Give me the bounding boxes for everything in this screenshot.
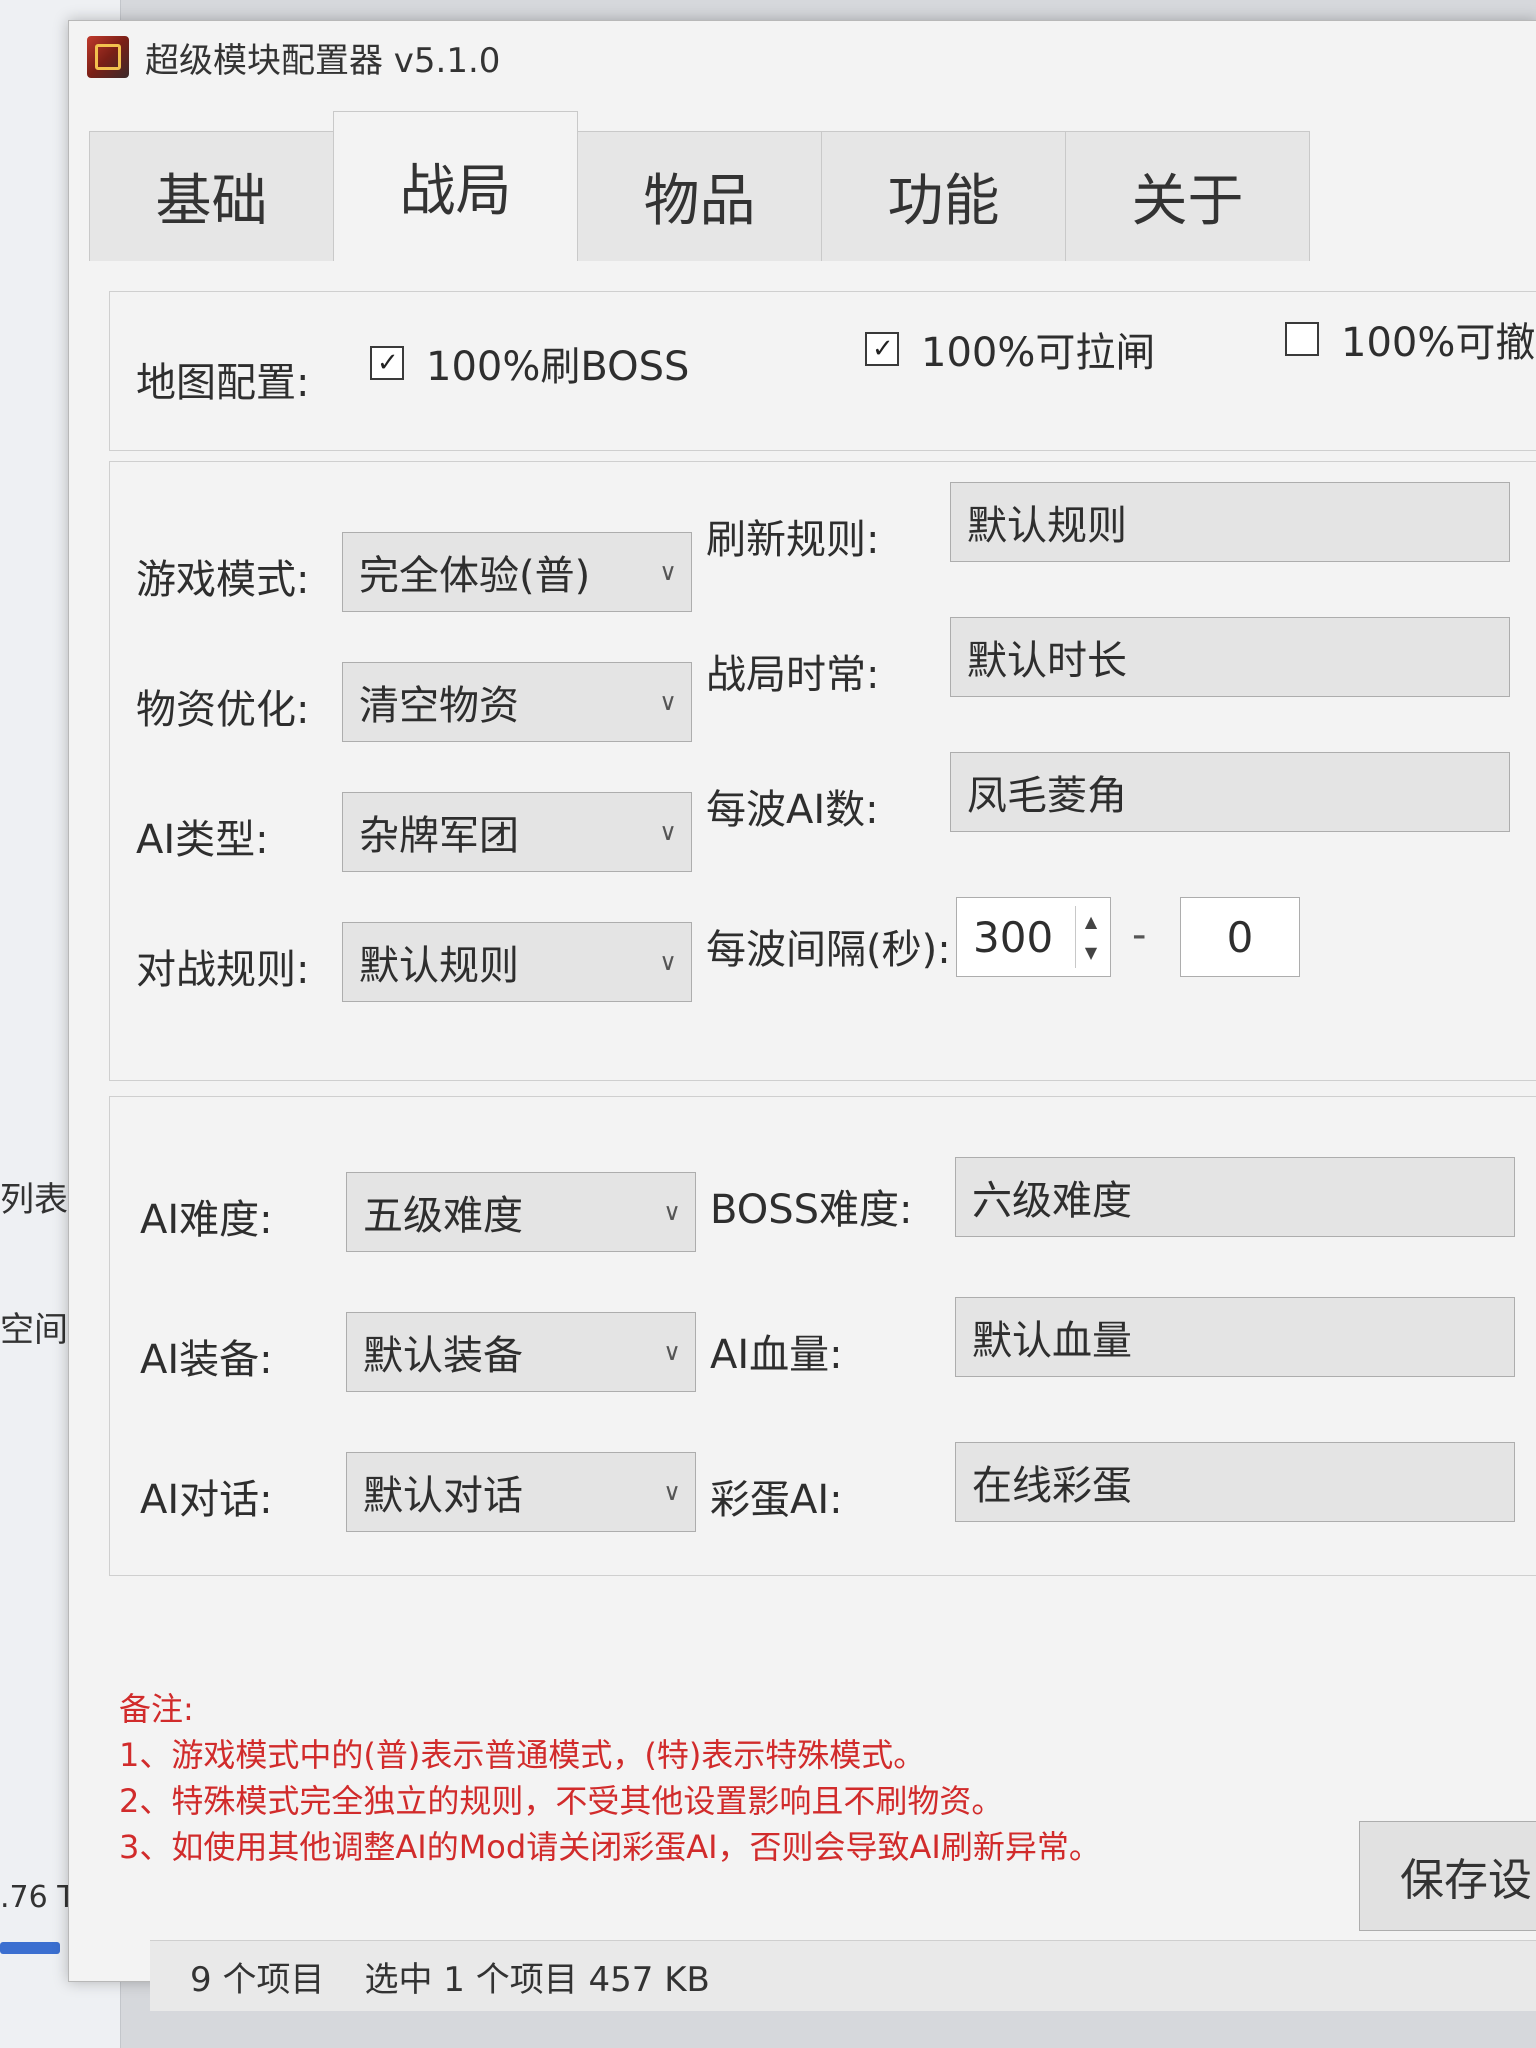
tab-about[interactable]: 关于 [1065,131,1310,261]
supply-opt-label: 物资优化: [136,687,310,733]
tab-items[interactable]: 物品 [577,131,822,261]
window-title: 超级模块配置器 v5.1.0 [145,40,501,81]
wave-interval-min-value: 300 [973,912,1054,962]
easter-egg-ai-value: 在线彩蛋 [972,1463,1132,1509]
check-mark-icon: ✓ [377,348,399,378]
ai-type-value: 杂牌军团 [359,813,519,859]
notes-section: 备注: 1、游戏模式中的(普)表示普通模式，(特)表示特殊模式。 2、特殊模式完… [119,1686,1101,1870]
status-items-count: 9 个项目 [190,1959,325,2000]
battle-duration-label: 战局时常: [706,652,880,698]
wave-interval-min-stepper[interactable]: 300 ▲ ▼ [956,897,1111,977]
boss-difficulty-label: BOSS难度: [710,1187,913,1233]
explorer-fragment-space: 空间 [0,1310,68,1350]
ai-type-select[interactable]: 杂牌军团 ∨ [342,792,692,872]
checkbox-box[interactable]: ✓ [370,346,404,380]
notes-title: 备注: [119,1690,194,1728]
ai-dialogue-value: 默认对话 [363,1473,523,1519]
wave-interval-max-stepper[interactable]: 0 [1180,897,1300,977]
checkbox-label: 100%可拉闸 [921,330,1156,376]
easter-egg-ai-select[interactable]: 在线彩蛋 [955,1442,1515,1522]
supply-opt-value: 清空物资 [359,683,519,729]
ai-per-wave-select[interactable]: 凤毛菱角 [950,752,1510,832]
note-line-3: 3、如使用其他调整AI的Mod请关闭彩蛋AI，否则会导致AI刷新异常。 [119,1828,1101,1866]
wave-interval-label: 每波间隔(秒): [706,927,951,973]
map-config-group: 地图配置: ✓ 100%刷BOSS ✓ 100%可拉闸 100%可撤离 [109,291,1536,451]
app-window: 超级模块配置器 v5.1.0 基础 战局 物品 功能 关于 地图配置: ✓ 10… [68,20,1536,1982]
app-logo-icon [87,36,129,78]
refresh-rule-value: 默认规则 [967,503,1127,549]
ai-health-label: AI血量: [710,1332,843,1378]
checkbox-extraction[interactable]: 100%可撤离 [1285,310,1536,368]
chevron-down-icon: ∨ [659,818,677,846]
stepper-arrows[interactable]: ▲ ▼ [1075,906,1106,968]
checkbox-boss-spawn[interactable]: ✓ 100%刷BOSS [370,334,689,392]
boss-difficulty-value: 六级难度 [972,1178,1132,1224]
check-mark-icon: ✓ [872,334,894,364]
chevron-down-icon: ∨ [663,1338,681,1366]
chevron-down-icon: ∨ [659,948,677,976]
checkbox-box[interactable]: ✓ [865,332,899,366]
explorer-status-bar: 9 个项目 选中 1 个项目 457 KB [150,1940,1536,2011]
wave-interval-max-value: 0 [1226,912,1254,962]
chevron-down-icon: ∨ [663,1198,681,1226]
ai-difficulty-label: AI难度: [140,1197,273,1243]
ai-settings-group: AI难度: 五级难度 ∨ AI装备: 默认装备 ∨ AI对话: 默认对话 ∨ B… [109,1096,1536,1576]
supply-opt-select[interactable]: 清空物资 ∨ [342,662,692,742]
arrow-up-icon[interactable]: ▲ [1085,912,1097,931]
battle-duration-select[interactable]: 默认时长 [950,617,1510,697]
checkbox-label: 100%可撤离 [1341,320,1536,366]
ai-health-value: 默认血量 [972,1318,1132,1364]
tab-functions[interactable]: 功能 [821,131,1066,261]
chevron-down-icon: ∨ [659,558,677,586]
save-button[interactable]: 保存设 [1359,1821,1536,1931]
boss-difficulty-select[interactable]: 六级难度 [955,1157,1515,1237]
checkbox-label: 100%刷BOSS [426,344,690,390]
game-mode-value: 完全体验(普) [359,553,591,599]
note-line-2: 2、特殊模式完全独立的规则，不受其他设置影响且不刷物资。 [119,1782,1004,1820]
battle-duration-value: 默认时长 [967,638,1127,684]
tab-battle[interactable]: 战局 [333,111,578,261]
game-mode-label: 游戏模式: [136,557,310,603]
ai-difficulty-value: 五级难度 [363,1193,523,1239]
tab-basic[interactable]: 基础 [89,131,334,261]
status-selected: 选中 1 个项目 457 KB [364,1959,710,2000]
ai-dialogue-label: AI对话: [140,1477,273,1523]
explorer-storage-bar [0,1942,60,1954]
ai-health-select[interactable]: 默认血量 [955,1297,1515,1377]
ai-per-wave-label: 每波AI数: [706,787,879,833]
ai-equipment-value: 默认装备 [363,1333,523,1379]
game-mode-select[interactable]: 完全体验(普) ∨ [342,532,692,612]
chevron-down-icon: ∨ [663,1478,681,1506]
refresh-rule-select[interactable]: 默认规则 [950,482,1510,562]
easter-egg-ai-label: 彩蛋AI: [710,1477,843,1523]
battle-rule-select[interactable]: 默认规则 ∨ [342,922,692,1002]
checkbox-box[interactable] [1285,322,1319,356]
arrow-down-icon[interactable]: ▼ [1085,943,1097,962]
note-line-1: 1、游戏模式中的(普)表示普通模式，(特)表示特殊模式。 [119,1736,926,1774]
game-settings-group: 游戏模式: 完全体验(普) ∨ 物资优化: 清空物资 ∨ AI类型: 杂牌军团 … [109,461,1536,1081]
chevron-down-icon: ∨ [659,688,677,716]
ai-equipment-select[interactable]: 默认装备 ∨ [346,1312,696,1392]
ai-difficulty-select[interactable]: 五级难度 ∨ [346,1172,696,1252]
map-config-label: 地图配置: [136,360,310,406]
title-bar: 超级模块配置器 v5.1.0 [69,21,1536,93]
ai-type-label: AI类型: [136,817,269,863]
refresh-rule-label: 刷新规则: [706,517,880,563]
explorer-fragment-list: 列表 [0,1180,68,1220]
battle-rule-label: 对战规则: [136,947,310,993]
ai-dialogue-select[interactable]: 默认对话 ∨ [346,1452,696,1532]
range-separator: - [1132,912,1147,958]
tab-bar: 基础 战局 物品 功能 关于 [89,101,1310,261]
battle-rule-value: 默认规则 [359,943,519,989]
ai-per-wave-value: 凤毛菱角 [967,773,1127,819]
ai-equipment-label: AI装备: [140,1337,273,1383]
checkbox-power-switch[interactable]: ✓ 100%可拉闸 [865,320,1155,378]
